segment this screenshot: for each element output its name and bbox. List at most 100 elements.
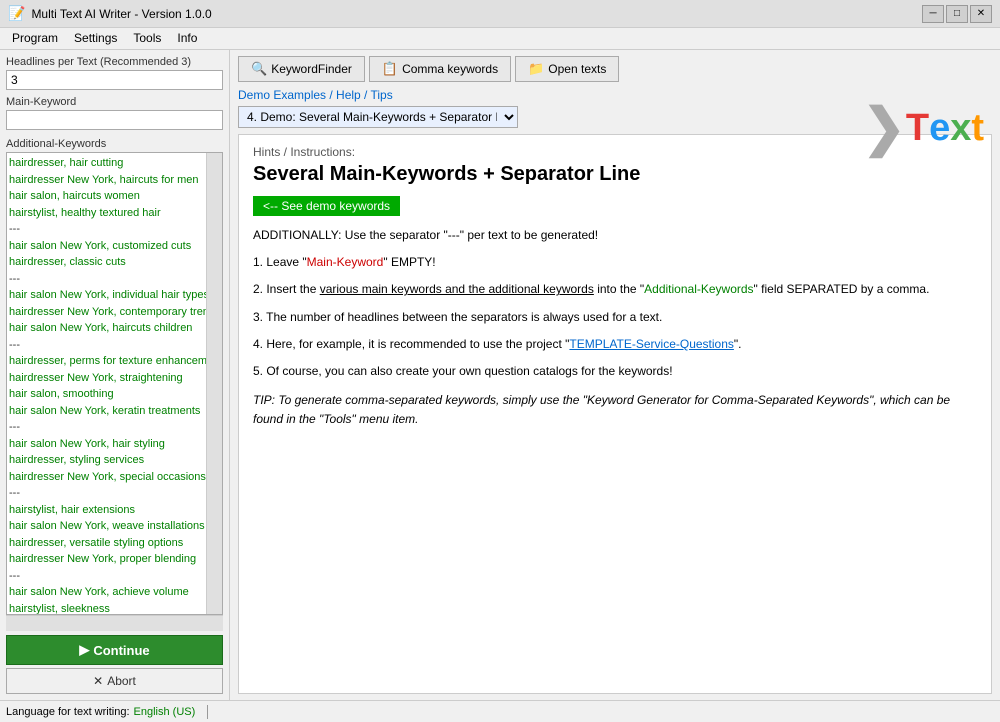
window-controls: ─ □ ✕ [922,5,992,23]
step-5-text: 5. Of course, you can also create your o… [253,364,673,378]
step-2: 2. Insert the various main keywords and … [253,280,977,299]
step-2-keyword: Additional-Keywords [644,282,753,296]
headlines-input[interactable] [6,70,223,90]
step-1-after: " EMPTY! [383,255,435,269]
step-2-mid: into the " [594,282,644,296]
additional-keywords-label: Additional-Keywords [6,138,223,150]
keywords-scroll[interactable]: hairdresser, hair cuttinghairdresser New… [7,153,206,614]
menu-tools[interactable]: Tools [125,30,169,47]
main-keyword-label: Main-Keyword [6,96,223,108]
list-item: hairdresser, perms for texture enhanceme… [9,353,204,370]
vertical-scrollbar[interactable] [206,153,222,614]
right-panel: ❯ Text 🔍 KeywordFinder 📋 Comma keywords … [230,50,1000,700]
list-item: hairstylist, healthy textured hair [9,205,204,222]
keyword-finder-icon: 🔍 [251,61,267,77]
step-1-num: 1. Leave " [253,255,307,269]
left-panel: Headlines per Text (Recommended 3) Main-… [0,50,230,700]
main-keyword-input[interactable] [6,110,223,130]
comma-keywords-icon: 📋 [382,61,398,77]
list-item: --- [9,271,204,288]
scrollbar-corner [207,616,223,631]
keyword-finder-label: KeywordFinder [271,62,352,76]
step-3: 3. The number of headlines between the s… [253,308,977,327]
continue-label: Continue [93,643,149,658]
list-item: --- [9,419,204,436]
list-item: hairdresser, hair cutting [9,155,204,172]
tip-content: TIP: To generate comma-separated keyword… [253,393,950,426]
step-1: 1. Leave "Main-Keyword" EMPTY! [253,253,977,272]
content-area: Headlines per Text (Recommended 3) Main-… [0,50,1000,700]
open-texts-label: Open texts [548,62,606,76]
open-texts-button[interactable]: 📁 Open texts [515,56,619,82]
hints-heading: Several Main-Keywords + Separator Line [253,163,977,186]
demo-dropdown[interactable]: 1. Demo: Basic Example 2. Demo: Multiple… [238,106,518,128]
menu-bar: Program Settings Tools Info [0,28,1000,50]
list-item: hairdresser New York, proper blending [9,551,204,568]
status-bar: Language for text writing: English (US) [0,700,1000,722]
list-item: --- [9,568,204,585]
minimize-button[interactable]: ─ [922,5,944,23]
comma-keywords-label: Comma keywords [402,62,498,76]
list-item: hair salon New York, haircuts children [9,320,204,337]
see-demo-button[interactable]: <-- See demo keywords [253,196,400,216]
list-item: hairstylist, sleekness [9,601,204,615]
step-4-after: ". [734,337,742,351]
additionally-text: ADDITIONALLY: Use the separator "---" pe… [253,226,977,245]
logo-chevron-icon: ❯ [862,102,906,154]
open-texts-icon: 📁 [528,61,544,77]
keyword-finder-button[interactable]: 🔍 KeywordFinder [238,56,365,82]
template-link[interactable]: TEMPLATE-Service-Questions [569,337,734,351]
title-bar: 📝 Multi Text AI Writer - Version 1.0.0 ─… [0,0,1000,28]
list-item: hair salon New York, achieve volume [9,584,204,601]
list-item: hairdresser New York, haircuts for men [9,172,204,189]
abort-button[interactable]: ✕ Abort [6,668,223,694]
horizontal-scrollbar-container [6,615,223,631]
step-4: 4. Here, for example, it is recommended … [253,335,977,354]
toolbar: 🔍 KeywordFinder 📋 Comma keywords 📁 Open … [230,50,1000,88]
step-5: 5. Of course, you can also create your o… [253,362,977,381]
maximize-button[interactable]: □ [946,5,968,23]
app-icon: 📝 [8,5,25,22]
list-item: hairdresser, versatile styling options [9,535,204,552]
abort-label: Abort [107,674,136,688]
lang-label: Language for text writing: [6,706,130,718]
logo-x: x [950,109,971,147]
step-2-num: 2. Insert the [253,282,320,296]
comma-keywords-button[interactable]: 📋 Comma keywords [369,56,511,82]
headlines-label: Headlines per Text (Recommended 3) [6,56,223,68]
abort-x-icon: ✕ [93,674,103,688]
list-item: hairdresser, styling services [9,452,204,469]
horizontal-scrollbar[interactable] [6,616,207,631]
title-bar-left: 📝 Multi Text AI Writer - Version 1.0.0 [8,5,212,22]
tip-text: TIP: To generate comma-separated keyword… [253,391,977,429]
menu-settings[interactable]: Settings [66,30,125,47]
list-item: hairdresser New York, special occasions [9,469,204,486]
list-item: hair salon New York, customized cuts [9,238,204,255]
main-content: Demo Examples / Help / Tips 1. Demo: Bas… [230,88,1000,700]
menu-program[interactable]: Program [4,30,66,47]
list-item: hair salon New York, weave installations [9,518,204,535]
list-item: hair salon, smoothing [9,386,204,403]
logo-t2: t [971,109,984,147]
step-4-before: 4. Here, for example, it is recommended … [253,337,569,351]
list-item: --- [9,337,204,354]
close-button[interactable]: ✕ [970,5,992,23]
continue-play-icon: ▶ [79,642,89,658]
list-item: hairdresser New York, straightening [9,370,204,387]
main-window: 📝 Multi Text AI Writer - Version 1.0.0 ─… [0,0,1000,722]
logo-t: T [906,109,929,147]
status-divider [207,705,208,719]
step-2-after: " field SEPARATED by a comma. [754,282,930,296]
list-item: hairdresser New York, contemporary trend… [9,304,204,321]
list-item: hair salon, haircuts women [9,188,204,205]
hints-box: Hints / Instructions: Several Main-Keywo… [238,134,992,694]
window-title: Multi Text AI Writer - Version 1.0.0 [31,7,211,21]
step-2-underline: various main keywords and the additional… [320,282,594,296]
list-item: hairdresser, classic cuts [9,254,204,271]
menu-info[interactable]: Info [169,30,205,47]
continue-button[interactable]: ▶ Continue [6,635,223,665]
list-item: hairstylist, hair extensions [9,502,204,519]
additionally-label: ADDITIONALLY: Use the separator "---" pe… [253,228,598,242]
list-item: hair salon New York, hair styling [9,436,204,453]
step-3-text: 3. The number of headlines between the s… [253,310,662,324]
